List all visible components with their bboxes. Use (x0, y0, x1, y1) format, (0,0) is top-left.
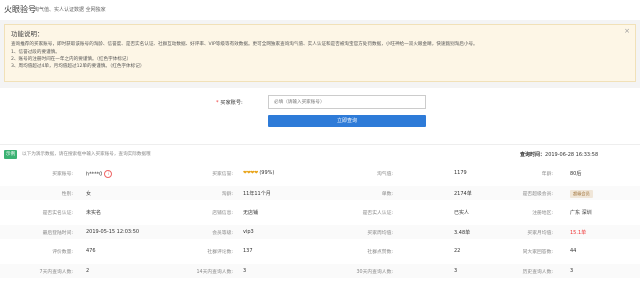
notice-line: 3、周均值超过4单，月均值超过12单的要谨慎。（红色字体标记） (11, 64, 145, 69)
field-label: 是否实人认证: (362, 211, 393, 216)
buyer-account-input[interactable] (268, 95, 426, 109)
field-label: 评价数量: (52, 250, 73, 255)
example-description: 以下为演示数据，请在搜索框中输入买家账号，查询实际数据哦 (22, 152, 151, 157)
field-value: 未实名 (86, 210, 102, 216)
table-row: 性别: 女 淘龄: 11年11个月 单数: 2174单 是否超级会员: 超级会员 (0, 185, 640, 200)
result-grid: 买家账号: h****0 i 买家信誉: ❤❤❤❤ (99%) 淘气值: 1179 年龄: 80… (0, 166, 640, 286)
field-value: 476 (86, 248, 96, 254)
field-value: 女 (86, 190, 92, 197)
table-row: 评价数量: 476 社群评论数: 137 社群点赞数: 22 同大家回答数: 44 (0, 244, 640, 258)
field-value: 无店铺 (243, 210, 259, 216)
query-button[interactable]: 立即查询 (268, 115, 426, 127)
page-subtitle: 淘气值、实人认证数据 全网独家 (34, 7, 106, 13)
field-value: 15.1单 (570, 229, 587, 236)
field-value: 137 (243, 248, 253, 254)
notice-title: 功能说明： (11, 30, 44, 38)
field-value: 2174单 (454, 190, 472, 197)
field-label: 买家账号: (52, 172, 73, 177)
field-label: 会员等级: (212, 230, 233, 236)
heart-icon: ❤❤❤❤ (243, 170, 258, 176)
field-label: 是否超级会员: (522, 191, 553, 197)
field-label: 买家信誉: (212, 172, 233, 177)
field-label: 性别: (61, 191, 73, 197)
field-label: 同大家回答数: (522, 250, 553, 255)
field-value: h****0 i (86, 170, 113, 178)
feature-notice: 功能说明： × 查询推荐的买家账号，即时获取该账号的淘龄、信誉度、是否实名认证、… (4, 24, 636, 82)
field-label: 14天内查询人数: (196, 269, 233, 275)
account-badge-icon: i (104, 170, 113, 178)
table-row: 7天内查询人数: 2 14天内查询人数: 3 30天内查询人数: 3 历史查询人数: 3 (0, 263, 640, 278)
field-label: 注册地区: (532, 211, 553, 216)
field-value: 3 (570, 267, 574, 274)
field-label: 淘气值: (376, 172, 393, 177)
field-value: 广东 深圳 (570, 210, 592, 216)
field-value: vip3 (243, 228, 254, 235)
field-label: 历史查询人数: (522, 269, 553, 275)
field-value: 2 (86, 267, 90, 274)
field-label: 年龄: (541, 172, 553, 177)
field-label: 30天内查询人数: (356, 269, 393, 275)
field-value: 44 (570, 248, 577, 254)
buyer-account-label: * 买家账号: (216, 100, 243, 106)
table-row: 是否实名认证: 未实名 店铺信息: 无店铺 是否实人认证: 已实人 注册地区: 广东 深圳 (0, 205, 640, 219)
page-title: 火眼验号 (4, 5, 36, 14)
query-time: 查询时间：2019-06-28 16:33:58 (520, 152, 599, 158)
field-value: 已实人 (454, 210, 470, 216)
field-label: 单数: (381, 191, 393, 197)
divider (0, 144, 640, 145)
field-label: 是否实名认证: (42, 211, 73, 216)
field-value: 3 (454, 267, 458, 274)
field-value: 1179 (454, 170, 467, 176)
close-icon[interactable]: × (624, 27, 630, 35)
field-value: 3.48单 (454, 229, 471, 236)
notice-line: 1、信誉过段的要谨慎。 (11, 50, 60, 55)
field-label: 买家月均值: (527, 230, 553, 236)
field-value: 3 (243, 267, 247, 274)
field-label: 社群点赞数: (367, 250, 393, 255)
page-header: 火眼验号 淘气值、实人认证数据 全网独家 (0, 0, 640, 20)
field-value: 11年11个月 (243, 190, 271, 197)
field-value: 80后 (570, 171, 582, 177)
notice-line: 查询推荐的买家账号，即时获取该账号的淘龄、信誉度、是否实名认证、社群互动数据、好… (11, 42, 478, 47)
table-row: 最后登陆时间: 2019-05-15 12:03:50 会员等级: vip3 买家周均值… (0, 224, 640, 239)
field-value: 超级会员 (570, 189, 593, 198)
field-label: 社群评论数: (207, 250, 233, 255)
field-value: 22 (454, 248, 461, 254)
field-value: ❤❤❤❤ (99%) (243, 170, 275, 176)
table-row: 买家账号: h****0 i 买家信誉: ❤❤❤❤ (99%) 淘气值: 1179 年龄: 80… (0, 166, 640, 180)
example-badge: 示例 (4, 150, 17, 159)
field-label: 最后登陆时间: (42, 230, 73, 236)
field-label: 买家周均值: (367, 230, 393, 236)
notice-line: 2、账号的注册时间在一年之内的要谨慎。（红色字体标记） (11, 57, 132, 62)
field-label: 店铺信息: (212, 211, 233, 216)
super-member-badge: 超级会员 (570, 189, 593, 198)
field-label: 7天内查询人数: (39, 269, 73, 275)
field-value: 2019-05-15 12:03:50 (86, 228, 140, 235)
field-label: 淘龄: (221, 191, 233, 197)
